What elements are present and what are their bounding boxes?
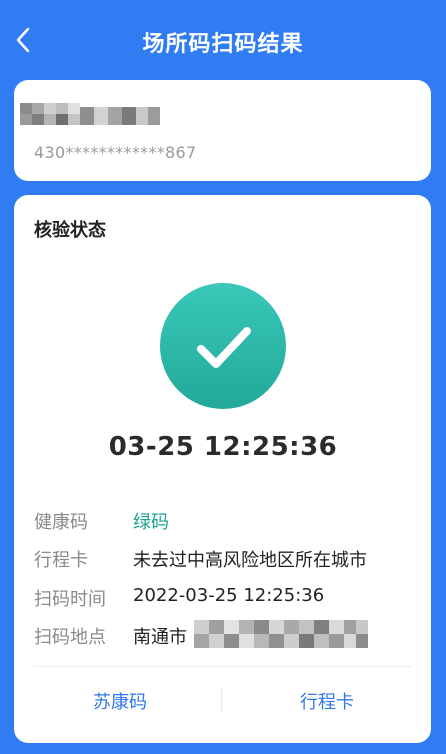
- scan-time-value: 2022-03-25 12:25:36: [133, 585, 325, 606]
- itinerary-card-button[interactable]: 行程卡: [247, 688, 407, 714]
- section-title: 核验状态: [34, 220, 106, 241]
- check-circle-icon: [197, 327, 251, 368]
- id-number: 430************867: [34, 143, 197, 162]
- scan-location-value: 南通市: [133, 627, 187, 648]
- identity-card: [14, 80, 431, 181]
- masked-name: [20, 103, 160, 125]
- verification-card: [14, 195, 431, 743]
- scan-time-label: 扫码时间: [34, 589, 106, 610]
- su-kang-code-button[interactable]: 苏康码: [40, 688, 200, 714]
- page-title: 场所码扫码结果: [142, 32, 304, 57]
- health-code-label: 健康码: [34, 512, 88, 533]
- divider-vertical: [221, 688, 222, 712]
- top-bar: 场所码扫码结果: [0, 0, 446, 80]
- itinerary-value: 未去过中高风险地区所在城市: [133, 550, 367, 571]
- itinerary-label: 行程卡: [34, 550, 88, 571]
- scan-datetime: 03-25 12:25:36: [108, 432, 338, 462]
- scan-location-label: 扫码地点: [34, 627, 106, 648]
- masked-address: [194, 620, 368, 648]
- divider: [34, 666, 412, 667]
- health-code-value: 绿码: [133, 512, 169, 533]
- status-badge: [160, 283, 286, 409]
